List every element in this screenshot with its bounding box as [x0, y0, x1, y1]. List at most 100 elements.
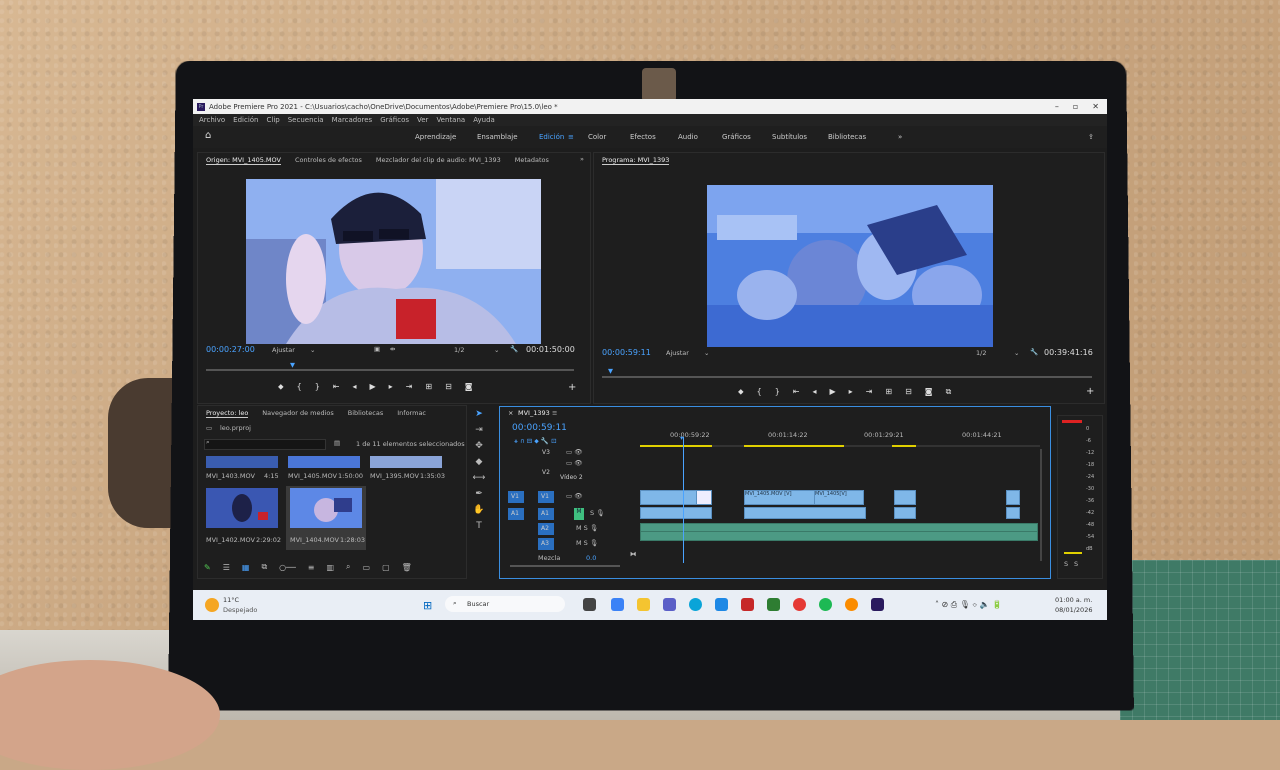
program-step-back-icon[interactable]: ◂ [813, 387, 817, 397]
workspaces-overflow-icon[interactable]: » [898, 133, 902, 141]
timeline-zoom-scrollbar[interactable] [510, 565, 620, 567]
program-go-to-out-icon[interactable]: ⇥ [866, 387, 873, 397]
play-icon[interactable]: ▶ [370, 382, 376, 392]
pen-tool-icon[interactable]: ✒ [475, 489, 483, 499]
audio-clip-a1[interactable] [1006, 507, 1020, 519]
project-thumb-mvi-1402[interactable] [206, 488, 278, 528]
track-a1-target[interactable]: A1 [538, 508, 554, 520]
video-clip[interactable] [1006, 490, 1020, 505]
tab-project[interactable]: Proyecto: leo [206, 409, 249, 418]
file-explorer-icon[interactable] [637, 598, 650, 611]
icon-view-icon[interactable]: ▦ [242, 563, 250, 572]
home-icon[interactable]: ⌂ [205, 131, 215, 141]
a1-mute-button[interactable]: M [574, 508, 584, 520]
workspace-audio[interactable]: Audio [678, 133, 698, 141]
mix-keyframe-icon[interactable]: ⧓ [630, 550, 637, 558]
task-view-icon[interactable] [583, 598, 596, 611]
selection-tool-icon[interactable]: ➤ [475, 409, 483, 419]
track-select-tool-icon[interactable]: ⇥ [475, 425, 483, 435]
program-mark-in-icon[interactable]: { [757, 387, 762, 397]
meter-solo-left[interactable]: S [1064, 560, 1068, 568]
source-scrubber[interactable] [206, 369, 574, 371]
mark-out-icon[interactable]: } [315, 382, 320, 392]
teams-icon[interactable] [663, 598, 676, 611]
workspace-bibliotecas[interactable]: Bibliotecas [828, 133, 866, 141]
source-playhead-icon[interactable]: ▼ [290, 361, 295, 369]
spotify-icon[interactable] [819, 598, 832, 611]
menu-graficos[interactable]: Gráficos [380, 116, 409, 124]
store-icon[interactable] [715, 598, 728, 611]
source-settings-icon[interactable]: ▣ [374, 345, 380, 353]
chrome-icon[interactable] [793, 598, 806, 611]
go-to-in-icon[interactable]: ⇤ [333, 382, 340, 392]
a3-mute-solo-icons[interactable]: M S 🎙 [576, 539, 598, 547]
a2-mute-solo-icons[interactable]: M S 🎙 [576, 524, 598, 532]
track-a2-target[interactable]: A2 [538, 523, 554, 535]
source-wrench-icon[interactable]: 🔧 [510, 345, 518, 353]
xbox-icon[interactable] [767, 598, 780, 611]
automate-icon[interactable]: ▥ [326, 563, 334, 572]
audio-clip-a1[interactable] [640, 507, 712, 519]
timeline-playhead[interactable] [683, 437, 684, 563]
freeform-view-icon[interactable]: ⧉ [261, 562, 267, 572]
ripple-edit-tool-icon[interactable]: ✥ [475, 441, 483, 451]
app-red-icon[interactable] [741, 598, 754, 611]
program-fit-chevron-icon[interactable]: ⌄ [704, 349, 709, 357]
tab-effect-controls[interactable]: Controles de efectos [295, 156, 362, 164]
workspace-ensamblaje[interactable]: Ensamblaje [477, 133, 518, 141]
source-add-button-icon[interactable]: + [568, 382, 576, 393]
extract-icon[interactable]: ⊟ [905, 387, 912, 397]
menu-ayuda[interactable]: Ayuda [473, 116, 495, 124]
maximize-icon[interactable]: ▫ [1073, 102, 1078, 111]
video-clip[interactable] [894, 490, 916, 505]
source-patch-a1[interactable]: A1 [508, 508, 524, 520]
comparison-view-icon[interactable]: ⧉ [946, 387, 952, 397]
source-fit-select[interactable]: Ajustar [272, 346, 295, 354]
weather-icon[interactable] [205, 598, 219, 612]
tab-metadata[interactable]: Metadatos [515, 156, 549, 164]
track-v1-target[interactable]: V1 [538, 491, 554, 503]
step-forward-icon[interactable]: ▸ [389, 382, 393, 392]
menu-clip[interactable]: Clip [267, 116, 280, 124]
project-thumb-mvi-1403[interactable] [206, 456, 278, 468]
timeline-vertical-scrollbar[interactable] [1040, 449, 1042, 561]
program-step-forward-icon[interactable]: ▸ [849, 387, 853, 397]
hand-tool-icon[interactable]: ✋ [473, 505, 484, 515]
minimize-icon[interactable]: – [1055, 102, 1059, 111]
timeline-timecode[interactable]: 00:00:59:11 [512, 423, 567, 433]
program-go-to-in-icon[interactable]: ⇤ [793, 387, 800, 397]
export-frame-icon[interactable]: ◙ [465, 382, 473, 392]
workspace-efectos[interactable]: Efectos [630, 133, 656, 141]
a1-solo-mic-icons[interactable]: S 🎙 [590, 509, 604, 517]
workspace-aprendizaje[interactable]: Aprendizaje [415, 133, 456, 141]
menu-ventana[interactable]: Ventana [436, 116, 465, 124]
timeline-tab[interactable]: MVI_1393 [518, 409, 550, 417]
menu-edicion[interactable]: Edición [233, 116, 258, 124]
v3-eye-icon[interactable]: ▭ 👁 [566, 448, 582, 456]
v1-eye-icon[interactable]: ▭ 👁 [566, 492, 582, 500]
tab-media-browser[interactable]: Navegador de medios [262, 409, 333, 417]
new-item-icon[interactable]: ▢ [382, 563, 390, 572]
workspace-menu-icon[interactable]: ≡ [568, 133, 574, 141]
share-icon[interactable]: ⇪ [1088, 133, 1094, 141]
sort-icon[interactable]: ≡ [308, 563, 315, 572]
tab-info[interactable]: Informac [397, 409, 426, 417]
program-marker-icon[interactable]: ⬥ [738, 387, 744, 397]
mix-value[interactable]: 0.0 [586, 554, 596, 562]
project-thumb-mvi-1405[interactable] [288, 456, 360, 468]
edge-icon[interactable] [689, 598, 702, 611]
audio-clip-a2-lower[interactable] [640, 531, 1038, 541]
marker-icon[interactable]: ⬥ [278, 382, 284, 392]
close-icon[interactable]: ✕ [1092, 102, 1099, 111]
clock-time[interactable]: 01:00 a. m. [1055, 596, 1092, 604]
audio-clip-a1[interactable] [744, 507, 866, 519]
step-back-icon[interactable]: ◂ [353, 382, 357, 392]
new-bin-icon[interactable]: ▭ [363, 563, 371, 572]
chrome-profile-icon[interactable] [845, 598, 858, 611]
pencil-icon[interactable]: ✎ [204, 563, 211, 572]
timeline-tool-icons[interactable]: ⚹ ∩ ⊟ ⬥ 🔧 ⊡ [514, 437, 557, 446]
workspace-graficos[interactable]: Gráficos [722, 133, 751, 141]
menu-marcadores[interactable]: Marcadores [332, 116, 373, 124]
workspace-subtitulos[interactable]: Subtítulos [772, 133, 807, 141]
program-scrubber[interactable] [602, 376, 1092, 378]
